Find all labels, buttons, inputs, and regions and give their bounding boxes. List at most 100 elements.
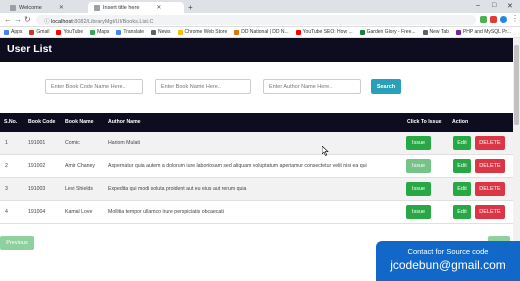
table-row: 1 191001 Comic Hariom Mulati Issue Edit …: [0, 132, 513, 155]
cell-book-name: Comic: [65, 140, 80, 146]
column-header-action: Action: [452, 119, 469, 125]
maps-icon: [90, 29, 96, 35]
page-title: User List: [7, 43, 52, 55]
apps-icon: [4, 29, 9, 35]
cell-sno: 3: [5, 186, 8, 192]
column-header-book-name: Book Name: [65, 119, 94, 125]
bookmark-chrome-web-store[interactable]: Chrome Web Store: [177, 29, 227, 35]
promo-line-contact: Contact for Source code: [407, 247, 489, 256]
search-button[interactable]: Search: [371, 79, 401, 94]
table-header: S.No. Book Code Book Name Author Name Cl…: [0, 113, 513, 132]
url-input[interactable]: ⓘ localhost:8082/LibraryMgt/UI/Books.Lis…: [36, 15, 476, 25]
issue-button[interactable]: Issue: [406, 136, 431, 150]
bookmark-garden-glory[interactable]: Garden Glory - Free...: [359, 29, 416, 35]
column-header-click-to-issue: Click To Issue: [407, 119, 442, 125]
close-window-icon[interactable]: ✕: [507, 2, 513, 10]
back-icon[interactable]: ←: [4, 15, 12, 24]
url-path: :8082/LibraryMgt/UI/Books.List.C: [72, 19, 154, 25]
youtube-icon: [56, 29, 62, 35]
folder-icon: [455, 29, 461, 35]
cell-author-name: Aspernatur quia autem a dolorum iure lab…: [108, 163, 367, 169]
leaf-icon: [359, 29, 365, 35]
address-bar-row: ← → ↻ ⓘ localhost:8082/LibraryMgt/UI/Boo…: [0, 13, 520, 27]
edit-button[interactable]: Edit: [453, 205, 471, 219]
bookmark-maps[interactable]: Maps: [90, 29, 109, 35]
mouse-cursor-icon: [322, 146, 329, 156]
author-name-search-input[interactable]: [263, 79, 361, 94]
bookmarks-bar: Apps Gmail YouTube Maps Translate News C…: [0, 27, 520, 38]
page-favicon-icon: [94, 4, 100, 11]
delete-button[interactable]: DELETE: [475, 136, 505, 150]
new-tab-page-icon: [422, 29, 428, 35]
issue-button[interactable]: Issue: [406, 182, 431, 196]
close-tab-icon[interactable]: ✕: [59, 4, 64, 11]
chrome-web-store-icon: [177, 29, 183, 35]
dd-national-icon: [234, 29, 240, 35]
profile-avatar[interactable]: [500, 16, 507, 23]
cell-book-name: Kamal Love: [65, 209, 93, 215]
extension-icon[interactable]: [480, 16, 487, 23]
page-header: User List: [0, 38, 513, 62]
cell-author-name: Hariom Mulati: [108, 140, 140, 146]
table-row: 2 191002 Amir Chaney Aspernatur quia aut…: [0, 155, 513, 178]
cell-book-code: 191003: [28, 186, 46, 192]
delete-button[interactable]: DELETE: [475, 205, 505, 219]
cell-author-name: Expedita qui modi soluta proident aut eu…: [108, 186, 247, 192]
table-row: 3 191003 Levi Shields Expedita qui modi …: [0, 178, 513, 201]
column-header-author-name: Author Name: [108, 119, 141, 125]
cell-book-code: 191002: [28, 163, 46, 169]
edit-button[interactable]: Edit: [453, 182, 471, 196]
forward-icon[interactable]: →: [14, 15, 22, 24]
delete-button[interactable]: DELETE: [475, 159, 505, 173]
cell-sno: 2: [5, 163, 8, 169]
column-header-sno: S.No.: [4, 119, 18, 125]
promo-line-email: jcodebun@gmail.com: [390, 258, 506, 272]
bookmark-translate[interactable]: Translate: [116, 29, 144, 35]
youtube-icon: [295, 29, 301, 35]
edit-button[interactable]: Edit: [453, 159, 471, 173]
delete-button[interactable]: DELETE: [475, 182, 505, 196]
tab-welcome[interactable]: Welcome ✕: [4, 2, 86, 13]
bookmark-apps[interactable]: Apps: [4, 29, 22, 35]
menu-icon[interactable]: ⋮: [511, 14, 519, 23]
cell-author-name: Mollitia tempor ullamco irure perspiciat…: [108, 209, 224, 215]
tab-label: Insert title here: [103, 4, 140, 11]
minimize-icon[interactable]: –: [476, 2, 480, 9]
book-name-search-input[interactable]: [155, 79, 251, 94]
new-tab-icon[interactable]: +: [188, 3, 193, 12]
cell-book-name: Levi Shields: [65, 186, 93, 192]
column-header-book-code: Book Code: [28, 119, 56, 125]
cell-sno: 1: [5, 140, 8, 146]
bookmark-php-mysql[interactable]: PHP and MySQL Pr...: [455, 29, 511, 35]
cell-book-code: 191004: [28, 209, 46, 215]
maximize-icon[interactable]: □: [492, 2, 496, 9]
edit-button[interactable]: Edit: [453, 136, 471, 150]
cell-book-name: Amir Chaney: [65, 163, 95, 169]
bookmark-gmail[interactable]: Gmail: [29, 29, 49, 35]
tab-label: Welcome: [19, 4, 42, 11]
translate-icon: [116, 29, 122, 35]
bookmark-youtube[interactable]: YouTube: [56, 29, 83, 35]
close-tab-icon[interactable]: ✕: [156, 4, 161, 11]
bookmark-dd-national[interactable]: DD National | DD N...: [234, 29, 289, 35]
book-code-search-input[interactable]: [45, 79, 143, 94]
page-scrollbar-thumb[interactable]: [514, 45, 519, 125]
cell-book-code: 191001: [28, 140, 46, 146]
gmail-icon: [29, 29, 35, 35]
news-icon: [151, 29, 157, 35]
reload-icon[interactable]: ↻: [24, 15, 31, 24]
page-favicon-icon: [10, 4, 16, 11]
bookmark-youtube-seo[interactable]: YouTube SEO: How ...: [295, 29, 353, 35]
table-row: 4 191004 Kamal Love Mollitia tempor ulla…: [0, 201, 513, 224]
tab-insert-title[interactable]: Insert title here ✕: [88, 2, 184, 13]
bookmark-new-tab[interactable]: New Tab: [422, 29, 449, 35]
info-icon: ⓘ: [44, 19, 52, 25]
extension-icon[interactable]: [490, 16, 497, 23]
cell-sno: 4: [5, 209, 8, 215]
contact-promo-banner: Contact for Source code jcodebun@gmail.c…: [376, 241, 520, 281]
url-host: localhost: [51, 19, 73, 25]
issue-button[interactable]: Issue: [406, 159, 431, 173]
previous-page-button[interactable]: Previous: [0, 236, 34, 250]
issue-button[interactable]: Issue: [406, 205, 431, 219]
bookmark-news[interactable]: News: [151, 29, 171, 35]
